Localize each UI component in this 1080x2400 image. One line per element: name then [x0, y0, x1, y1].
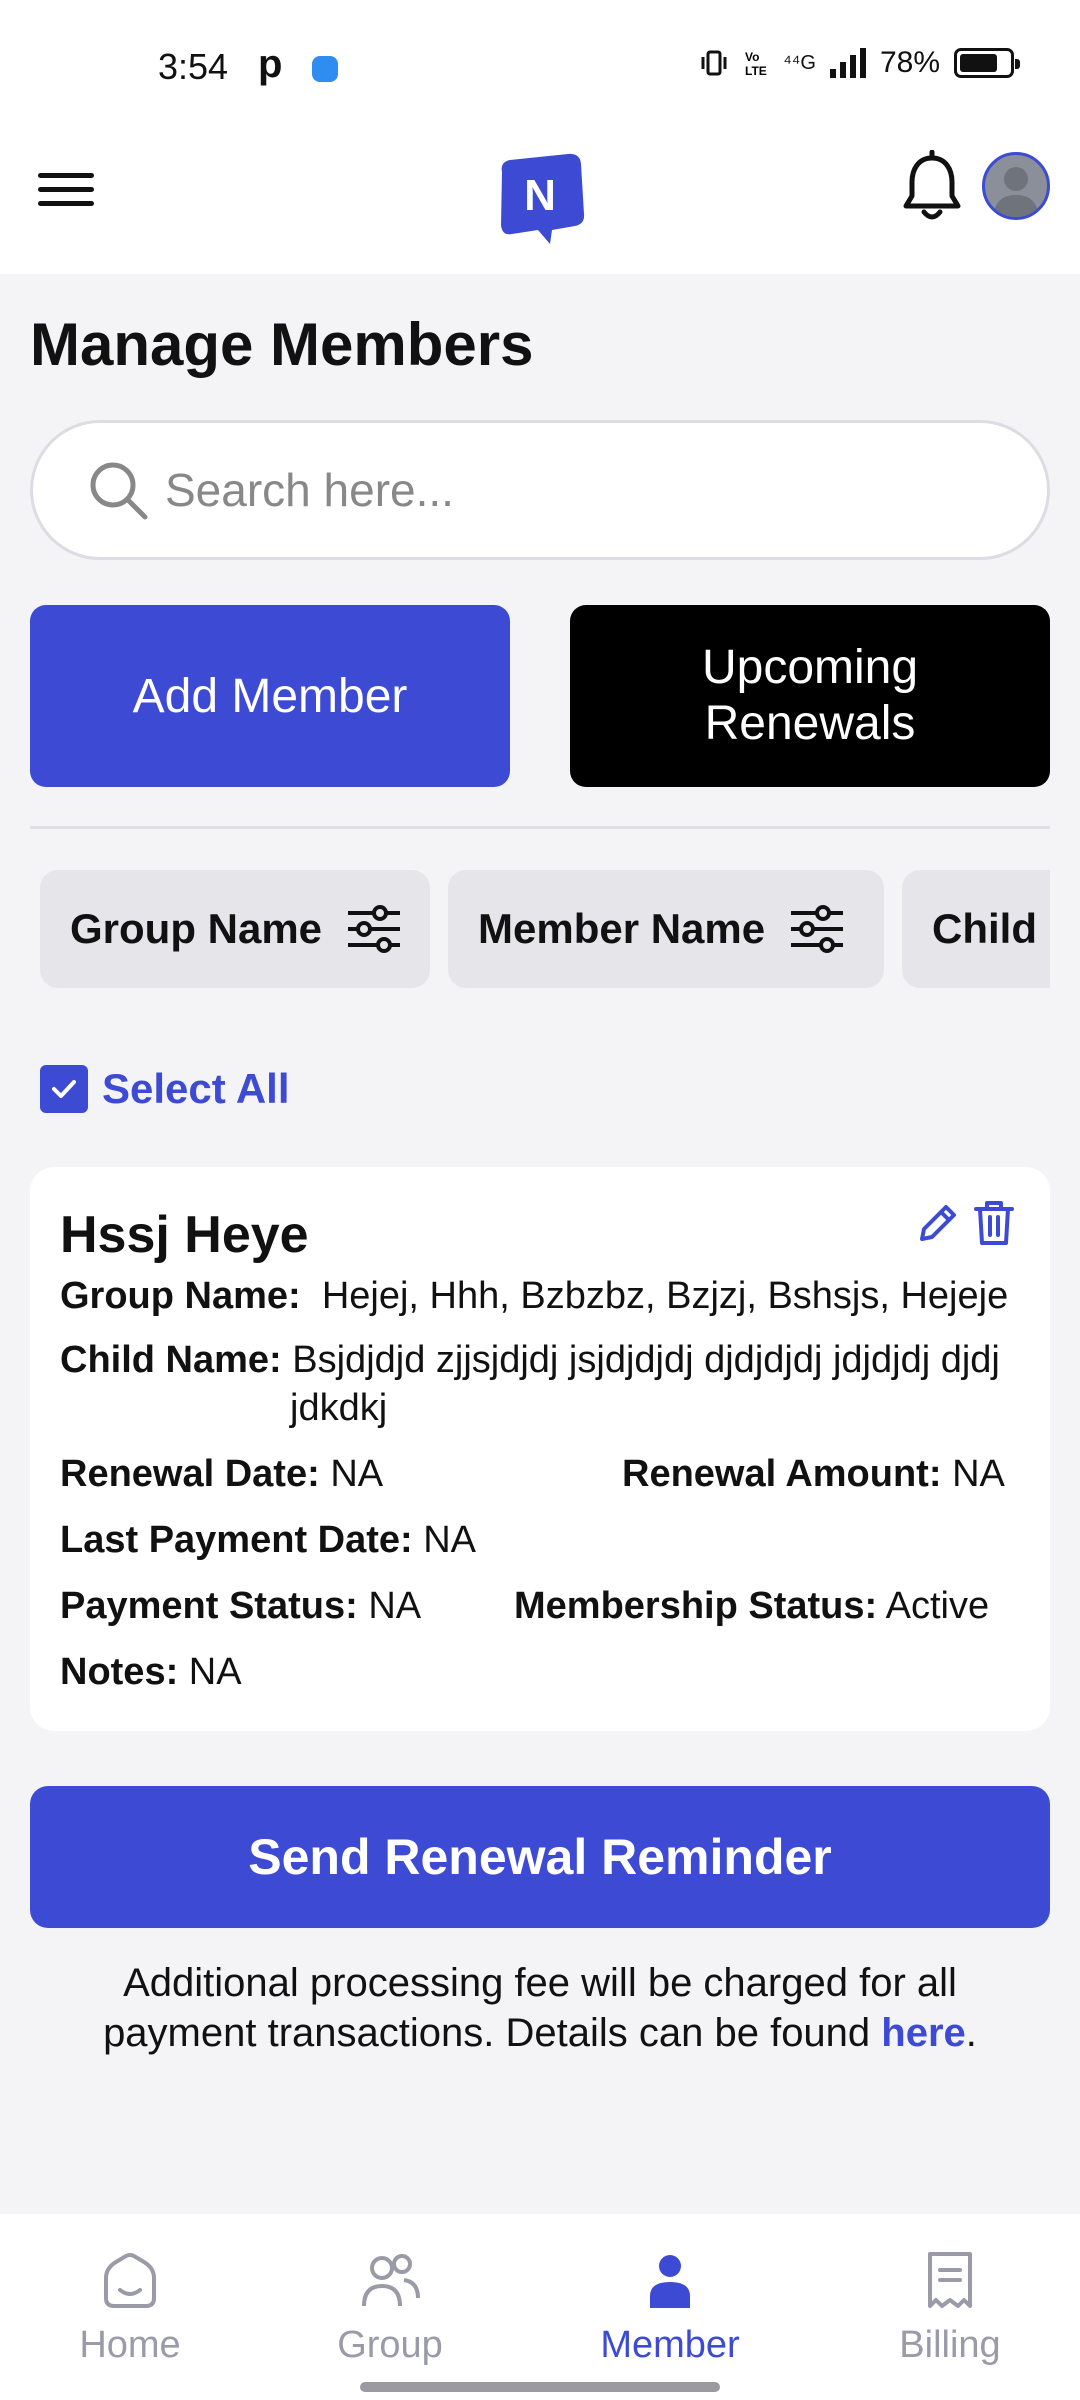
- fee-details-link[interactable]: here: [881, 2011, 966, 2055]
- nav-label-billing: Billing: [899, 2324, 1001, 2366]
- child-name-label: Child Name:: [60, 1339, 282, 1381]
- app-header: N: [0, 136, 1080, 274]
- filter-chip-group-name[interactable]: Group Name: [40, 870, 430, 988]
- upcoming-renewals-label: Upcoming Renewals: [701, 641, 919, 750]
- renewal-date-row: Renewal Date: NA: [60, 1453, 383, 1496]
- svg-text:Vo: Vo: [745, 50, 759, 64]
- group-name-label: Group Name:: [60, 1275, 301, 1317]
- group-icon: [362, 2254, 420, 2307]
- battery-icon: [954, 48, 1020, 78]
- payment-status-value: NA: [368, 1585, 422, 1627]
- notes-value: NA: [188, 1651, 242, 1693]
- hamburger-menu-icon[interactable]: [38, 164, 94, 220]
- status-app-icon: [312, 56, 338, 82]
- billing-icon: [928, 2252, 972, 2308]
- membership-status-value: Active: [885, 1585, 990, 1627]
- renewal-amount-row: Renewal Amount: NA: [622, 1453, 1005, 1496]
- user-avatar[interactable]: [982, 152, 1050, 220]
- battery-percent: 78%: [879, 46, 940, 79]
- status-time: 3:54: [158, 46, 229, 87]
- sliders-icon: [348, 905, 401, 953]
- fee-note-end: .: [965, 2011, 977, 2055]
- app-logo: N: [501, 153, 585, 244]
- nav-label-group: Group: [337, 2324, 443, 2366]
- last-payment-row: Last Payment Date: NA: [60, 1519, 476, 1562]
- svg-text:LTE: LTE: [745, 64, 767, 78]
- home-indicator[interactable]: [360, 2382, 720, 2392]
- child-name-value: Bsjdjdjd zjjsjdjdj jsjdjdjdj djdjdjdj jd…: [292, 1339, 1000, 1381]
- renewal-amount-label: Renewal Amount:: [622, 1453, 942, 1495]
- signal-icon: [829, 48, 866, 78]
- renewal-date-value: NA: [330, 1453, 384, 1495]
- search-box[interactable]: [30, 420, 1050, 560]
- child-name-row: Child Name: Bsjdjdjd zjjsjdjdj jsjdjdjdj…: [60, 1339, 1000, 1382]
- select-all[interactable]: Select All: [40, 1065, 290, 1113]
- upcoming-renewals-button[interactable]: Upcoming Renewals: [570, 605, 1050, 787]
- select-all-label: Select All: [102, 1065, 290, 1112]
- group-name-value: Hejej, Hhh, Bzbzbz, Bzjzj, Bshsjs, Hejej…: [321, 1275, 1009, 1317]
- search-input[interactable]: [165, 463, 1047, 517]
- notes-label: Notes:: [60, 1651, 179, 1693]
- battery-fill: [960, 54, 998, 72]
- renewal-amount-value: NA: [952, 1453, 1005, 1495]
- nav-item-home[interactable]: Home: [30, 2250, 230, 2367]
- filter-chip-member-name[interactable]: Member Name: [448, 870, 884, 988]
- select-all-checkbox[interactable]: [40, 1065, 88, 1113]
- nav-label-home: Home: [79, 2324, 181, 2366]
- home-icon: [104, 2253, 156, 2308]
- filter-chips: Group Name Member Name Child Name: [40, 870, 1050, 990]
- filter-chip-label: Group Name: [70, 905, 323, 952]
- search-icon: [90, 462, 148, 520]
- check-icon: [52, 1080, 76, 1098]
- last-payment-label: Last Payment Date:: [60, 1519, 413, 1561]
- network-type: ⁴⁴G: [783, 51, 816, 74]
- member-card[interactable]: Hssj Heye Group Name: Hejej, Hhh, Bzbzbz…: [30, 1167, 1050, 1731]
- last-payment-value: NA: [423, 1519, 477, 1561]
- member-name: Hssj Heye: [60, 1206, 309, 1264]
- divider: [30, 826, 1050, 829]
- bottom-nav: Home Group Member Billing: [0, 2214, 1080, 2400]
- member-icon: [650, 2255, 690, 2308]
- page-title: Manage Members: [30, 311, 534, 378]
- nav-item-billing[interactable]: Billing: [850, 2250, 1050, 2367]
- payment-status-label: Payment Status:: [60, 1585, 358, 1627]
- add-member-button[interactable]: Add Member: [30, 605, 510, 787]
- membership-status-label: Membership Status:: [514, 1585, 878, 1627]
- volte-icon: VoLTE: [745, 50, 767, 78]
- nav-label-member: Member: [600, 2324, 740, 2366]
- trash-icon[interactable]: [972, 1197, 1016, 1249]
- child-name-continuation: jdkdkj: [290, 1387, 388, 1429]
- bell-icon[interactable]: [900, 150, 964, 224]
- send-renewal-reminder-button[interactable]: Send Renewal Reminder: [30, 1786, 1050, 1928]
- edit-icon[interactable]: [914, 1201, 960, 1247]
- avatar-person-icon: [993, 167, 1039, 217]
- filter-chip-child-name[interactable]: Child Name: [902, 870, 1050, 988]
- notes-row: Notes: NA: [60, 1651, 242, 1694]
- nav-item-group[interactable]: Group: [290, 2250, 490, 2367]
- processing-fee-note: Additional processing fee will be charge…: [60, 1958, 1020, 2058]
- fee-note-text: Additional processing fee will be charge…: [103, 1961, 957, 2055]
- status-bar: 3:54 p Vo LTE ⁴⁴G 78%: [0, 0, 1080, 136]
- nav-item-member[interactable]: Member: [570, 2250, 770, 2367]
- logo-letter: N: [524, 171, 556, 220]
- renewal-date-label: Renewal Date:: [60, 1453, 320, 1495]
- filter-chip-label: Member Name: [478, 905, 766, 952]
- status-app-p-icon: p: [258, 42, 283, 86]
- group-name-row: Group Name: Hejej, Hhh, Bzbzbz, Bzjzj, B…: [60, 1275, 1008, 1318]
- payment-status-row: Payment Status: NA: [60, 1585, 421, 1628]
- membership-status-row: Membership Status: Active: [514, 1585, 989, 1628]
- status-indicators: Vo LTE ⁴⁴G 78%: [699, 46, 1020, 80]
- vibrate-icon: [701, 50, 727, 76]
- filter-chip-label: Child Name: [932, 905, 1050, 952]
- sliders-icon: [791, 905, 844, 953]
